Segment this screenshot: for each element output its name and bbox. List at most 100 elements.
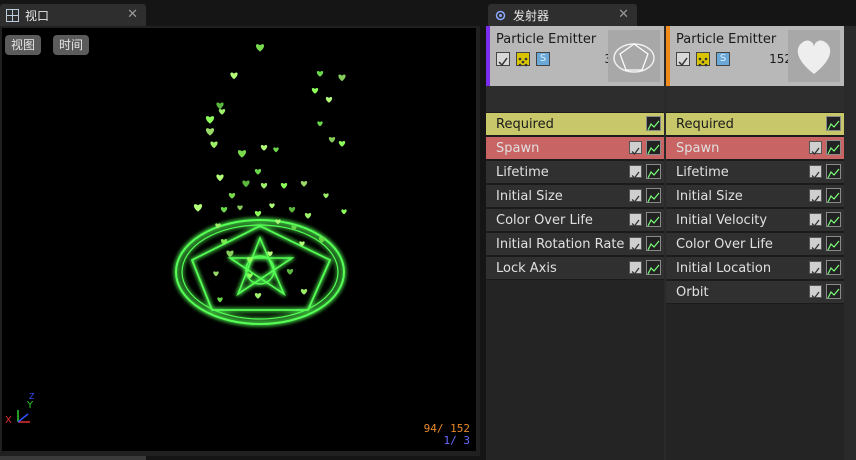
module-row-orbit[interactable]: Orbit <box>666 280 844 304</box>
module-label: Lock Axis <box>496 260 557 276</box>
emitter-title: Particle Emitter <box>676 32 777 47</box>
curve-editor-icon[interactable] <box>646 188 661 203</box>
curve-editor-icon[interactable] <box>826 236 841 251</box>
heart-particle <box>228 192 236 199</box>
curve-editor-icon[interactable] <box>646 212 661 227</box>
heart-particle <box>317 121 323 127</box>
heart-particle <box>205 128 215 136</box>
curve-editor-icon[interactable] <box>646 164 661 179</box>
curve-editor-icon[interactable] <box>646 116 661 131</box>
module-row-initial-rotation-rate[interactable]: Initial Rotation Rate <box>486 232 664 256</box>
tab-emitters-label: 发射器 <box>513 8 550 23</box>
heart-particle <box>205 116 215 124</box>
module-enable-checkbox[interactable] <box>809 261 822 275</box>
heart-particle <box>269 203 275 209</box>
heart-particle <box>242 180 250 188</box>
module-label: Spawn <box>496 140 540 156</box>
module-enable-checkbox[interactable] <box>629 189 642 203</box>
module-row-lock-axis[interactable]: Lock Axis <box>486 256 664 280</box>
module-row-spawn[interactable]: Spawn <box>486 136 664 160</box>
emitter-thumbnail <box>788 30 840 82</box>
heart-particle <box>193 204 203 212</box>
module-row-initial-location[interactable]: Initial Location <box>666 256 844 280</box>
render-mode-icon[interactable] <box>696 52 710 67</box>
heart-particle <box>226 250 234 258</box>
emitter-header[interactable]: Particle Emitter S 152 <box>666 26 844 86</box>
curve-editor-icon[interactable] <box>646 140 661 155</box>
heart-particle <box>254 210 262 217</box>
curve-editor-icon[interactable] <box>826 140 841 155</box>
emitter-enable-checkbox[interactable] <box>676 52 690 67</box>
module-row-initial-size[interactable]: Initial Size <box>486 184 664 208</box>
module-row-lifetime[interactable]: Lifetime <box>486 160 664 184</box>
emitter-particle-count: 152 <box>769 52 792 66</box>
module-enable-checkbox[interactable] <box>809 141 822 155</box>
axis-z-label: Z <box>29 392 35 401</box>
module-enable-checkbox[interactable] <box>809 213 822 227</box>
module-label: Initial Velocity <box>676 212 768 228</box>
time-menu-button[interactable]: 时间 <box>53 35 90 55</box>
magic-circle <box>175 219 345 325</box>
heart-particle <box>341 209 347 215</box>
module-enable-checkbox[interactable] <box>809 189 822 203</box>
heart-particle <box>220 206 228 213</box>
curve-editor-icon[interactable] <box>826 260 841 275</box>
heart-particle <box>273 147 279 153</box>
emitter-column: Particle Emitter S 3 Required Spawn Lifetime I… <box>486 26 664 460</box>
module-row-initial-size[interactable]: Initial Size <box>666 184 844 208</box>
heart-particle <box>300 180 308 187</box>
module-row-lifetime[interactable]: Lifetime <box>666 160 844 184</box>
module-label: Initial Location <box>676 260 772 276</box>
emitter-icon <box>494 9 507 22</box>
close-icon[interactable]: ✕ <box>127 7 138 22</box>
viewport-scrollbar[interactable] <box>0 456 146 460</box>
heart-particle <box>338 74 346 82</box>
viewport-icon <box>6 8 19 22</box>
curve-editor-icon[interactable] <box>826 116 841 131</box>
view-menu-button[interactable]: 视图 <box>5 35 42 55</box>
heart-particle <box>216 102 224 110</box>
module-enable-checkbox[interactable] <box>629 237 642 251</box>
module-label: Orbit <box>676 284 709 300</box>
module-enable-checkbox[interactable] <box>629 213 642 227</box>
heart-particle <box>213 271 219 277</box>
module-row-spawn[interactable]: Spawn <box>666 136 844 160</box>
tab-emitters[interactable]: 发射器 ✕ <box>488 4 637 26</box>
emitter-header[interactable]: Particle Emitter S 3 <box>486 26 664 86</box>
module-enable-checkbox[interactable] <box>629 141 642 155</box>
render-mode-icon[interactable] <box>516 52 530 67</box>
module-enable-checkbox[interactable] <box>629 165 642 179</box>
curve-editor-icon[interactable] <box>646 236 661 251</box>
module-enable-checkbox[interactable] <box>809 237 822 251</box>
module-row-color-over-life[interactable]: Color Over Life <box>666 232 844 256</box>
axis-y-label: Y <box>27 400 34 411</box>
module-enable-checkbox[interactable] <box>809 165 822 179</box>
curve-editor-icon[interactable] <box>826 284 841 299</box>
emitters-tabbar: 发射器 ✕ <box>486 0 856 26</box>
solo-icon[interactable]: S <box>716 52 730 66</box>
curve-editor-icon[interactable] <box>646 260 661 275</box>
curve-editor-icon[interactable] <box>826 212 841 227</box>
module-enable-checkbox[interactable] <box>809 285 822 299</box>
curve-editor-icon[interactable] <box>826 188 841 203</box>
emitter-gap <box>486 86 664 112</box>
emitter-column: Particle Emitter S 152 Required Spawn Lifetim… <box>666 26 844 460</box>
tab-viewport[interactable]: 视口 ✕ <box>0 4 146 26</box>
module-row-color-over-life[interactable]: Color Over Life <box>486 208 664 232</box>
module-label: Initial Size <box>676 188 743 204</box>
module-label: Color Over Life <box>676 236 773 252</box>
close-icon[interactable]: ✕ <box>618 7 629 22</box>
module-row-required[interactable]: Required <box>666 112 844 136</box>
emitter-enable-checkbox[interactable] <box>496 52 510 67</box>
emitter-gap <box>666 86 844 112</box>
axis-x-label: X <box>5 415 12 426</box>
heart-particle <box>255 44 265 52</box>
curve-editor-icon[interactable] <box>826 164 841 179</box>
viewport-tabbar: 视口 ✕ <box>0 0 480 26</box>
module-row-initial-velocity[interactable]: Initial Velocity <box>666 208 844 232</box>
solo-icon[interactable]: S <box>536 52 550 66</box>
viewport-canvas[interactable]: 视图 时间 X Y Z 94/ 152 1/ 3 <box>2 28 476 451</box>
emitter-particle-count: 3 <box>566 52 612 66</box>
module-enable-checkbox[interactable] <box>629 261 642 275</box>
module-row-required[interactable]: Required <box>486 112 664 136</box>
